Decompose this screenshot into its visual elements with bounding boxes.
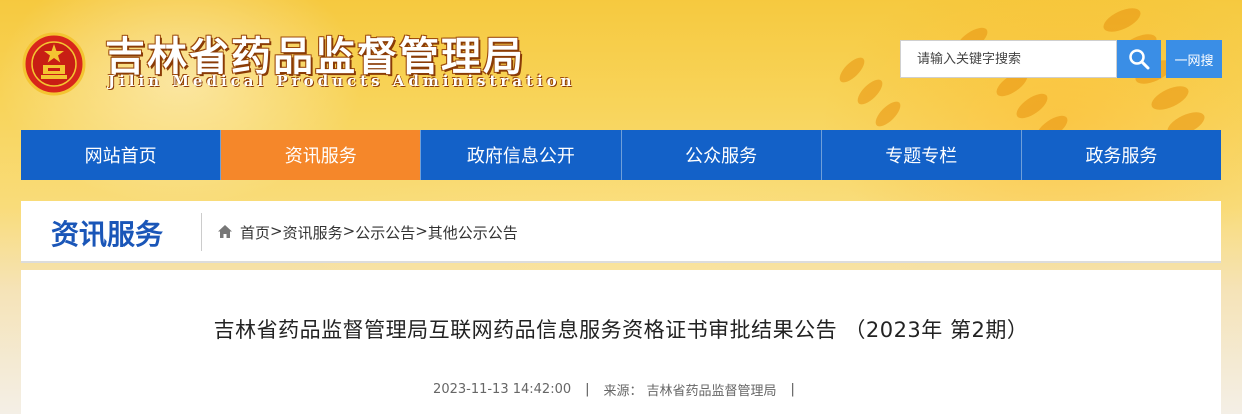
section-title: 资讯服务 [51, 218, 164, 251]
source-label: 来源： [603, 384, 643, 399]
publish-date: 2023-11-13 14:42:00 [433, 382, 572, 397]
article-title: 吉林省药品监督管理局互联网药品信息服务资格证书审批结果公告 （2023年 第2期… [213, 318, 1029, 342]
breadcrumb: 首页 > 资讯服务 > 公示公告 > 其他公示公告 [240, 222, 518, 243]
nav-item-home[interactable]: 网站首页 [21, 130, 222, 180]
article-meta: 2023-11-13 14:42:00 | 来源： 吉林省药品监督管理局 | [21, 380, 1221, 399]
divider [201, 213, 202, 251]
breadcrumb-other-announcements[interactable]: 其他公示公告 [428, 222, 518, 243]
search-button[interactable] [1117, 40, 1161, 78]
search-box [900, 40, 1117, 78]
search-input[interactable] [915, 50, 1116, 68]
nav-item-gov-info[interactable]: 政府信息公开 [421, 130, 622, 180]
nav-item-news-service[interactable]: 资讯服务 [221, 130, 422, 180]
nav-item-special-topics[interactable]: 专题专栏 [821, 130, 1022, 180]
breadcrumb-bar: 资讯服务 首页 > 资讯服务 > 公示公告 > 其他公示公告 [21, 201, 1221, 263]
site-subtitle: Jilin Medical Products Administration [108, 72, 576, 90]
nav-item-public-service[interactable]: 公众服务 [621, 130, 822, 180]
breadcrumb-home[interactable]: 首页 [240, 222, 270, 243]
breadcrumb-news-service[interactable]: 资讯服务 [283, 222, 343, 243]
meta-divider: | [790, 382, 795, 397]
home-icon [218, 225, 232, 238]
meta-divider: | [585, 382, 590, 397]
search-icon [1129, 49, 1150, 70]
breadcrumb-announcements[interactable]: 公示公告 [355, 222, 415, 243]
yiwang-search-button[interactable]: 一网搜 [1166, 40, 1222, 78]
main-nav: 网站首页 资讯服务 政府信息公开 公众服务 专题专栏 政务服务 [21, 130, 1222, 180]
national-emblem-icon [22, 32, 86, 96]
breadcrumb-separator: > [415, 222, 428, 240]
source-value: 吉林省药品监督管理局 [646, 384, 777, 399]
breadcrumb-separator: > [270, 222, 283, 240]
article: 吉林省药品监督管理局互联网药品信息服务资格证书审批结果公告 （2023年 第2期… [21, 270, 1221, 414]
breadcrumb-separator: > [342, 222, 356, 240]
nav-item-gov-affairs[interactable]: 政务服务 [1021, 130, 1222, 180]
